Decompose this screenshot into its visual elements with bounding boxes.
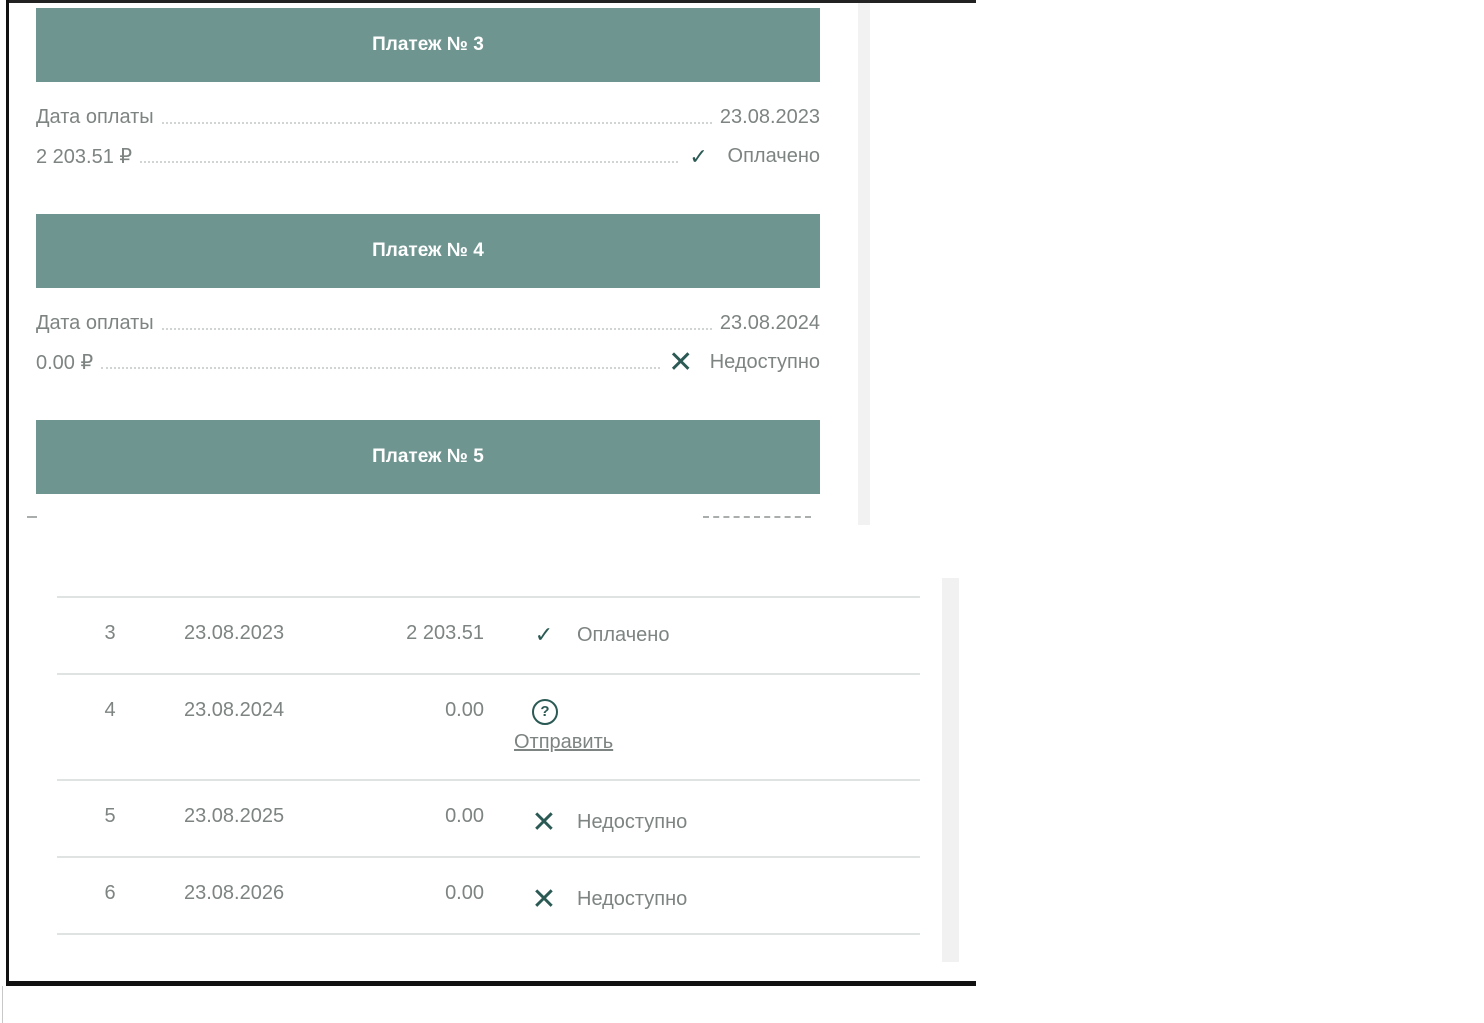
dotted-leader <box>161 121 712 124</box>
payment-amount: 0.00 ₽ <box>36 350 98 375</box>
dotted-leader <box>101 366 660 369</box>
payment-amount: 2 203.51 <box>406 622 484 644</box>
payment-number: 3 <box>104 622 116 644</box>
screenshot-frame-bottom <box>6 981 976 986</box>
payment-amount-row: 2 203.51 ₽ ✓ Оплачено <box>36 137 820 176</box>
payment-date: 23.08.2025 <box>184 805 285 827</box>
mobile-payments-panel: Платеж № 3 Дата оплаты 23.08.2023 2 203.… <box>9 3 870 525</box>
cross-icon: ✕ <box>531 883 557 916</box>
cross-icon: ✕ <box>531 806 557 839</box>
payment-number: 4 <box>104 699 116 721</box>
table-row: 6 23.08.2026 0.00 ✕ Недоступно <box>57 856 920 933</box>
payment-status: ✕ Недоступно <box>531 805 687 840</box>
check-icon: ✓ <box>689 143 708 169</box>
cross-icon: ✕ <box>668 346 694 379</box>
payment-status-label: Оплачено <box>727 145 820 167</box>
dotted-leader <box>161 327 712 330</box>
payment-status-label: Недоступно <box>577 888 688 910</box>
payment-date-row: Дата оплаты 23.08.2024 <box>36 304 820 343</box>
scrollbar-track[interactable] <box>942 578 959 962</box>
payment-date: 23.08.2024 <box>184 699 285 721</box>
dotted-leader <box>140 160 678 163</box>
payment-card-header: Платеж № 4 <box>36 214 820 288</box>
payment-card-3: Платеж № 3 Дата оплаты 23.08.2023 2 203.… <box>36 8 820 176</box>
payment-card-header: Платеж № 3 <box>36 8 820 82</box>
payment-date-value: 23.08.2024 <box>715 312 820 335</box>
payment-amount: 0.00 <box>445 805 484 827</box>
payment-amount: 2 203.51 ₽ <box>36 144 137 169</box>
payment-date: 23.08.2023 <box>184 622 285 644</box>
payment-status-label: Недоступно <box>709 351 820 373</box>
payment-amount-row: 0.00 ₽ ✕ Недоступно <box>36 343 820 382</box>
table-row: 4 23.08.2024 0.00 ? Отправить <box>57 673 920 779</box>
payment-status: ✓ Оплачено <box>681 143 820 170</box>
payment-card-5: Платеж № 5 <box>36 420 820 494</box>
payment-status: ✓ Оплачено <box>531 622 670 648</box>
cutoff-glyph <box>27 516 37 518</box>
payment-status-label: Оплачено <box>577 623 670 646</box>
payment-date-row: Дата оплаты 23.08.2023 <box>36 98 820 137</box>
panel-bottom-strip <box>9 962 976 981</box>
payment-date-label: Дата оплаты <box>36 312 158 335</box>
payment-status: ✕ Недоступно <box>663 345 820 380</box>
payment-card-4: Платеж № 4 Дата оплаты 23.08.2024 0.00 ₽… <box>36 214 820 382</box>
scrollbar-track[interactable] <box>858 3 870 525</box>
payment-amount: 0.00 <box>445 699 484 721</box>
payment-card-header: Платеж № 5 <box>36 420 820 494</box>
payment-row-cutoff <box>27 512 811 526</box>
payment-date-value: 23.08.2023 <box>715 106 820 129</box>
help-circle-icon[interactable]: ? <box>532 699 558 725</box>
payment-date-label: Дата оплаты <box>36 106 158 129</box>
blank-area <box>976 0 1484 1023</box>
table-row: 5 23.08.2025 0.00 ✕ Недоступно <box>57 779 920 856</box>
payment-number: 6 <box>104 882 116 904</box>
cutoff-glyph <box>703 516 811 518</box>
payment-date: 23.08.2026 <box>184 882 285 904</box>
send-link[interactable]: Отправить <box>514 731 613 754</box>
payments-table: 3 23.08.2023 2 203.51 ✓ Оплачено 4 23.08… <box>57 596 920 935</box>
payment-status: ✕ Недоступно <box>531 882 687 917</box>
table-bottom-border <box>57 933 920 935</box>
payment-amount: 0.00 <box>445 882 484 904</box>
page-edge-line <box>2 986 3 1023</box>
payment-number: 5 <box>104 805 116 827</box>
panel-divider <box>9 525 976 578</box>
table-row: 3 23.08.2023 2 203.51 ✓ Оплачено <box>57 596 920 673</box>
payment-status-label: Недоступно <box>577 811 688 833</box>
check-icon: ✓ <box>534 622 554 647</box>
